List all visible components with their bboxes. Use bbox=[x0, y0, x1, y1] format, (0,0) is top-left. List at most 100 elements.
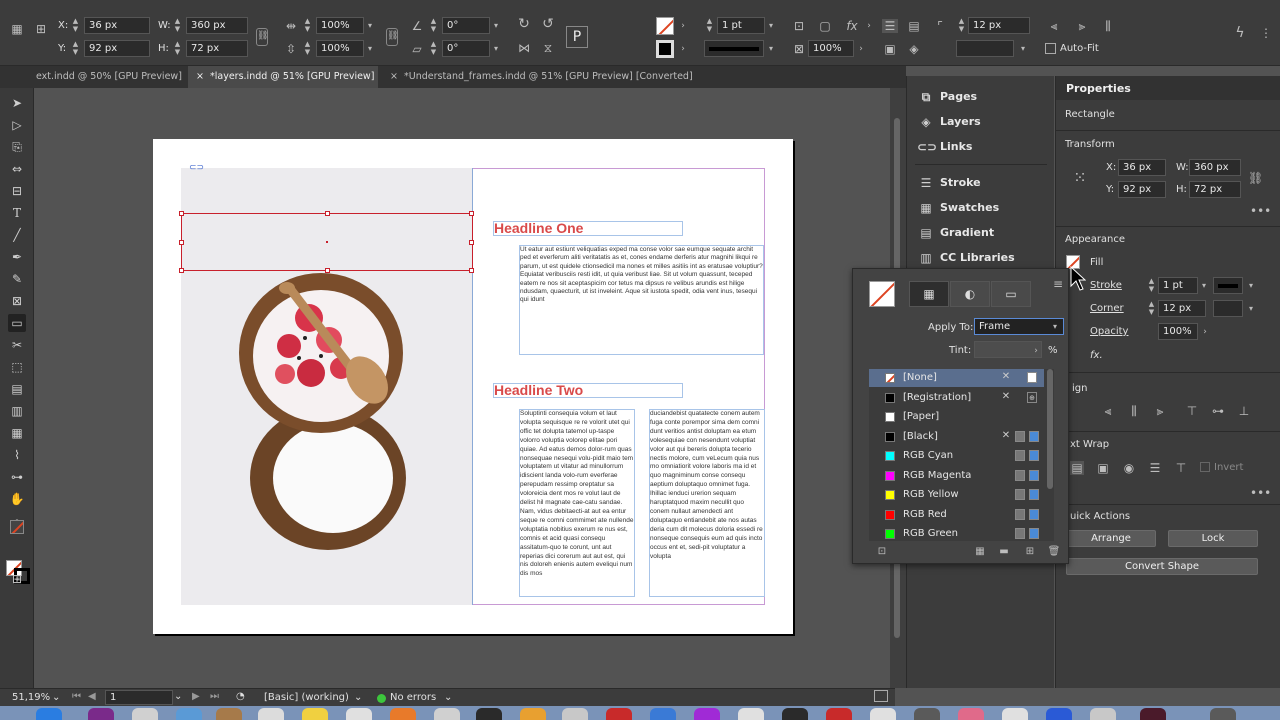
last-page-icon[interactable]: ⏭ bbox=[210, 691, 219, 702]
preflight-profile[interactable]: [Basic] (working) bbox=[264, 692, 349, 703]
note-tool-icon[interactable]: ▦ bbox=[8, 424, 26, 442]
body-text-two-col1[interactable]: Soluptinti consequia volum et laut volup… bbox=[519, 409, 635, 597]
opacity-arrow-icon[interactable]: › bbox=[856, 42, 866, 56]
app-icon[interactable] bbox=[958, 708, 984, 720]
prop-x-field[interactable]: 36 px bbox=[1118, 159, 1166, 176]
wrap-shape-icon[interactable]: ◉ bbox=[1122, 461, 1136, 475]
resize-handle[interactable] bbox=[179, 240, 184, 245]
x-stepper[interactable]: ▲ ▼ bbox=[70, 17, 81, 34]
stroke-weight-dropdown[interactable]: ▾ bbox=[764, 17, 778, 34]
app-icon[interactable] bbox=[258, 708, 284, 720]
page-dropdown-icon[interactable]: ⌄ bbox=[174, 691, 182, 702]
scale-x-dropdown[interactable]: ▾ bbox=[363, 17, 377, 34]
app-icon[interactable] bbox=[826, 708, 852, 720]
effects-icon[interactable]: fx bbox=[844, 19, 860, 33]
resize-handle[interactable] bbox=[179, 268, 184, 273]
finder-icon[interactable] bbox=[36, 708, 62, 720]
align-h-centers-icon[interactable]: ⫼ bbox=[1126, 404, 1142, 418]
app-icon[interactable] bbox=[1046, 708, 1072, 720]
pen-tool-icon[interactable]: ✒ bbox=[8, 248, 26, 266]
corner-stepper[interactable]: ▲ ▼ bbox=[956, 17, 967, 34]
app-icon[interactable] bbox=[914, 708, 940, 720]
content-collector-icon[interactable]: ⊟ bbox=[8, 182, 26, 200]
tab-layers[interactable]: × *layers.indd @ 51% [GPU Preview] bbox=[188, 66, 378, 88]
gradient-swatch-tool-icon[interactable]: ▤ bbox=[8, 380, 26, 398]
swatch-rgb-magenta[interactable]: RGB Magenta bbox=[869, 467, 1044, 485]
wrap-bounding-icon[interactable]: ▣ bbox=[1096, 461, 1110, 475]
resize-handle[interactable] bbox=[469, 211, 474, 216]
app-icon[interactable] bbox=[132, 708, 158, 720]
gap-tool-icon[interactable]: ⇔ bbox=[8, 160, 26, 178]
eyedropper-tool-icon[interactable]: ⌇ bbox=[8, 446, 26, 464]
app-icon[interactable] bbox=[176, 708, 202, 720]
fx-label[interactable]: fx. bbox=[1090, 350, 1103, 361]
align-bottom-edges-icon[interactable]: ⊥ bbox=[1236, 404, 1252, 418]
reference-point-grid-icon[interactable]: ⊞ bbox=[34, 22, 48, 36]
app-icon[interactable] bbox=[390, 708, 416, 720]
prev-page-icon[interactable]: ◀ bbox=[88, 691, 96, 702]
popup-menu-icon[interactable]: ≡ bbox=[1051, 277, 1065, 291]
align-left-edges-icon[interactable]: ⫷ bbox=[1100, 404, 1116, 418]
apply-none-icon[interactable] bbox=[10, 520, 24, 534]
panel-layers[interactable]: ◈ Layers bbox=[917, 111, 1047, 133]
lock-button[interactable]: Lock bbox=[1168, 530, 1258, 547]
prop-h-field[interactable]: 72 px bbox=[1189, 181, 1241, 198]
corner-label[interactable]: Corner bbox=[1090, 303, 1124, 314]
x-field[interactable]: 36 px bbox=[84, 17, 150, 34]
app-icon[interactable] bbox=[1140, 708, 1166, 720]
next-page-icon[interactable]: ▶ bbox=[192, 691, 200, 702]
close-icon[interactable]: × bbox=[196, 66, 204, 88]
rotation-field[interactable]: 0° bbox=[442, 17, 490, 34]
stroke-swatch-icon[interactable] bbox=[656, 40, 674, 58]
app-icon[interactable] bbox=[88, 708, 114, 720]
corner-shape-dropdown[interactable]: ▾ bbox=[1016, 40, 1030, 57]
text-wrap-icon[interactable]: ☰ bbox=[882, 19, 898, 33]
panel-menu-icon[interactable]: ⋮ bbox=[1258, 26, 1274, 40]
fit-frame-icon[interactable]: ▢ bbox=[818, 19, 832, 33]
flip-vertical-icon[interactable]: ⧖ bbox=[540, 41, 556, 55]
no-wrap-icon[interactable]: ▤ bbox=[1070, 461, 1084, 475]
align-right-icon[interactable]: ⫼ bbox=[1100, 19, 1116, 33]
pencil-tool-icon[interactable]: ✎ bbox=[8, 270, 26, 288]
prop-w-field[interactable]: 360 px bbox=[1189, 159, 1241, 176]
rotate-cw-icon[interactable]: ↻ bbox=[516, 17, 532, 31]
align-center-icon[interactable]: ⫸ bbox=[1074, 19, 1090, 33]
convert-shape-button[interactable]: Convert Shape bbox=[1066, 558, 1258, 575]
scale-y-field[interactable]: 100% bbox=[316, 40, 364, 57]
opacity-arrow-icon[interactable]: › bbox=[1200, 325, 1210, 339]
selected-rectangle-frame[interactable] bbox=[179, 211, 474, 273]
app-icon[interactable] bbox=[346, 708, 372, 720]
app-icon[interactable] bbox=[738, 708, 764, 720]
swatch-registration[interactable]: [Registration] ✕ ⊕ bbox=[869, 389, 1044, 407]
stroke-type-dropdown[interactable]: ▾ bbox=[1244, 277, 1258, 294]
constrain-scale-icon[interactable]: ⛓ bbox=[386, 28, 398, 46]
corner-field[interactable]: 12 px bbox=[968, 17, 1030, 34]
new-color-group-icon[interactable]: ▦ bbox=[973, 545, 987, 559]
headline-two-frame[interactable]: Headline Two bbox=[493, 383, 683, 398]
jump-object-icon[interactable]: ☰ bbox=[1148, 461, 1162, 475]
scissors-tool-icon[interactable]: ✂ bbox=[8, 336, 26, 354]
resize-handle[interactable] bbox=[325, 211, 330, 216]
trash-icon[interactable] bbox=[1210, 708, 1236, 720]
app-icon[interactable] bbox=[870, 708, 896, 720]
align-right-edges-icon[interactable]: ⫸ bbox=[1152, 404, 1168, 418]
stroke-arrow-icon[interactable]: › bbox=[678, 42, 688, 56]
resize-handle[interactable] bbox=[179, 211, 184, 216]
stroke-weight-field[interactable]: 1 pt bbox=[717, 17, 765, 34]
zoom-dropdown-icon[interactable]: ⌄ bbox=[52, 692, 60, 703]
rotation-dropdown[interactable]: ▾ bbox=[489, 17, 503, 34]
stroke-type-dropdown[interactable]: ▾ bbox=[764, 40, 778, 57]
jump-next-column-icon[interactable]: ⊤ bbox=[1174, 461, 1188, 475]
apply-to-dropdown-icon[interactable]: ▾ bbox=[1048, 318, 1062, 335]
profile-dropdown-icon[interactable]: ⌄ bbox=[354, 692, 362, 703]
swatch-rgb-red[interactable]: RGB Red bbox=[869, 506, 1044, 524]
color-tab-icon[interactable]: ◐ bbox=[950, 281, 990, 307]
panel-swatches[interactable]: ▦ Swatches bbox=[917, 197, 1047, 219]
fit-content-icon[interactable]: ⊡ bbox=[792, 19, 806, 33]
app-icon[interactable] bbox=[520, 708, 546, 720]
preflight-icon[interactable]: ◔ bbox=[236, 691, 245, 702]
y-field[interactable]: 92 px bbox=[84, 40, 150, 57]
rectangle-tool-icon[interactable]: ▭ bbox=[8, 314, 26, 332]
corner-field[interactable]: 12 px bbox=[1158, 300, 1206, 317]
w-field[interactable]: 360 px bbox=[186, 17, 248, 34]
